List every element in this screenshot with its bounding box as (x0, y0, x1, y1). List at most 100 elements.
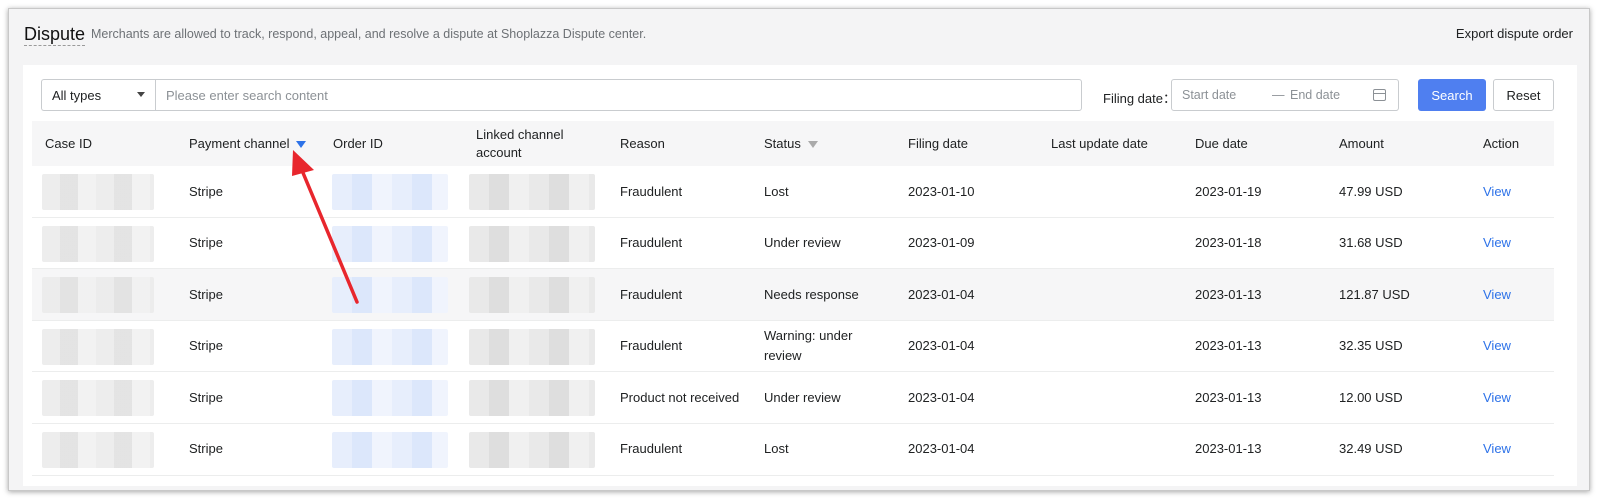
col-due-date: Due date (1195, 135, 1248, 151)
cell-payment-channel: Stripe (189, 235, 223, 251)
view-link[interactable]: View (1483, 218, 1511, 269)
col-action: Action (1483, 135, 1520, 151)
order-id-redacted[interactable] (332, 225, 448, 262)
cell-due-date: 2023-01-13 (1195, 338, 1262, 354)
table-header: Case ID Payment channel Order ID Linked … (32, 121, 1554, 166)
export-dispute-order-link[interactable]: Export dispute order (1456, 26, 1573, 41)
dispute-card: All types Filing date： Start date — End … (23, 65, 1577, 486)
order-id-redacted[interactable] (332, 277, 448, 314)
table-row: Stripe Fraudulent Needs response 2023-01-04… (32, 269, 1554, 321)
view-link[interactable]: View (1483, 372, 1511, 423)
view-link[interactable]: View (1483, 424, 1511, 475)
cell-status: Lost (764, 441, 789, 457)
linked-account-redacted (469, 431, 595, 468)
cell-status: Under review (764, 389, 841, 405)
page-title: Dispute (24, 24, 86, 46)
table-row: Stripe Fraudulent Warning: under review 202… (32, 321, 1554, 373)
col-status: Status (764, 121, 818, 166)
cell-amount: 31.68 USD (1339, 235, 1403, 251)
cell-due-date: 2023-01-13 (1195, 389, 1262, 405)
case-id-redacted (42, 431, 154, 468)
case-id-redacted (42, 277, 154, 314)
order-id-redacted[interactable] (332, 328, 448, 365)
view-link[interactable]: View (1483, 321, 1511, 372)
col-case-id: Case ID (45, 135, 92, 151)
cell-due-date: 2023-01-19 (1195, 183, 1262, 199)
filing-date-label: Filing date： (1103, 91, 1176, 106)
view-link[interactable]: View (1483, 269, 1511, 320)
search-input[interactable] (155, 79, 1082, 111)
payment-channel-filter-icon[interactable] (296, 141, 307, 148)
case-id-redacted (42, 174, 154, 210)
dispute-page: Dispute Merchants are allowed to track, … (8, 8, 1590, 491)
cell-reason: Fraudulent (620, 235, 683, 251)
col-filing-date: Filing date (908, 135, 968, 151)
cell-payment-channel: Stripe (189, 389, 223, 405)
reset-button[interactable]: Reset (1493, 79, 1554, 111)
cell-filing-date: 2023-01-04 (908, 338, 975, 354)
cell-due-date: 2023-01-13 (1195, 286, 1262, 302)
case-id-redacted (42, 328, 154, 365)
cell-reason: Fraudulent (620, 183, 683, 199)
col-payment-channel: Payment channel (189, 121, 307, 166)
cell-amount: 32.35 USD (1339, 338, 1403, 354)
cell-payment-channel: Stripe (189, 183, 223, 199)
search-button[interactable]: Search (1418, 79, 1486, 111)
linked-account-redacted (469, 380, 595, 417)
case-id-redacted (42, 380, 154, 417)
cell-amount: 32.49 USD (1339, 441, 1403, 457)
linked-account-redacted (469, 328, 595, 365)
cell-reason: Product not received (620, 389, 740, 405)
cell-reason: Fraudulent (620, 286, 683, 302)
cell-status: Lost (764, 183, 789, 199)
order-id-redacted[interactable] (332, 380, 448, 417)
cell-status: Needs response (764, 286, 859, 302)
cell-due-date: 2023-01-18 (1195, 235, 1262, 251)
col-order-id: Order ID (333, 135, 383, 151)
cell-reason: Fraudulent (620, 441, 683, 457)
cell-filing-date: 2023-01-04 (908, 441, 975, 457)
type-select[interactable]: All types (41, 79, 155, 111)
cell-due-date: 2023-01-13 (1195, 441, 1262, 457)
order-id-redacted[interactable] (332, 431, 448, 468)
linked-account-redacted (469, 225, 595, 262)
table-row: Stripe Fraudulent Under review 2023-01-09 20… (32, 218, 1554, 270)
date-range-separator: — (1272, 88, 1285, 102)
cell-payment-channel: Stripe (189, 286, 223, 302)
calendar-icon[interactable] (1373, 89, 1386, 101)
cell-filing-date: 2023-01-04 (908, 286, 975, 302)
cell-status: Warning: under review (764, 328, 853, 364)
col-reason: Reason (620, 135, 665, 151)
type-select-value: All types (52, 87, 102, 103)
end-date-placeholder[interactable]: End date (1290, 88, 1340, 102)
col-status-label: Status (764, 135, 801, 151)
col-amount: Amount (1339, 135, 1384, 151)
col-payment-channel-label: Payment channel (189, 135, 290, 151)
chevron-down-icon (137, 92, 145, 97)
cell-filing-date: 2023-01-09 (908, 235, 975, 251)
cell-payment-channel: Stripe (189, 338, 223, 354)
col-last-update-date: Last update date (1051, 135, 1148, 151)
col-linked-channel-account: Linked channel account (476, 126, 564, 160)
order-id-redacted[interactable] (332, 174, 448, 210)
cell-payment-channel: Stripe (189, 441, 223, 457)
cell-filing-date: 2023-01-10 (908, 183, 975, 199)
status-filter-icon[interactable] (807, 141, 818, 148)
cell-filing-date: 2023-01-04 (908, 389, 975, 405)
table-row: Stripe Fraudulent Lost 2023-01-10 2023-01-19… (32, 166, 1554, 218)
cell-amount: 47.99 USD (1339, 183, 1403, 199)
cell-amount: 12.00 USD (1339, 389, 1403, 405)
cell-status: Under review (764, 235, 841, 251)
start-date-placeholder[interactable]: Start date (1182, 88, 1236, 102)
page-subtitle: Merchants are allowed to track, respond,… (91, 27, 647, 41)
table-body: Stripe Fraudulent Lost 2023-01-10 2023-01-19… (32, 166, 1554, 476)
dispute-table: Case ID Payment channel Order ID Linked … (32, 121, 1554, 476)
linked-account-redacted (469, 277, 595, 314)
table-row: Stripe Fraudulent Lost 2023-01-04 2023-01-13… (32, 424, 1554, 476)
linked-account-redacted (469, 174, 595, 210)
view-link[interactable]: View (1483, 166, 1511, 217)
table-row: Stripe Product not received Under review 20… (32, 372, 1554, 424)
filing-date-range-picker[interactable]: Start date — End date (1171, 79, 1399, 111)
cell-reason: Fraudulent (620, 338, 683, 354)
cell-amount: 121.87 USD (1339, 286, 1410, 302)
